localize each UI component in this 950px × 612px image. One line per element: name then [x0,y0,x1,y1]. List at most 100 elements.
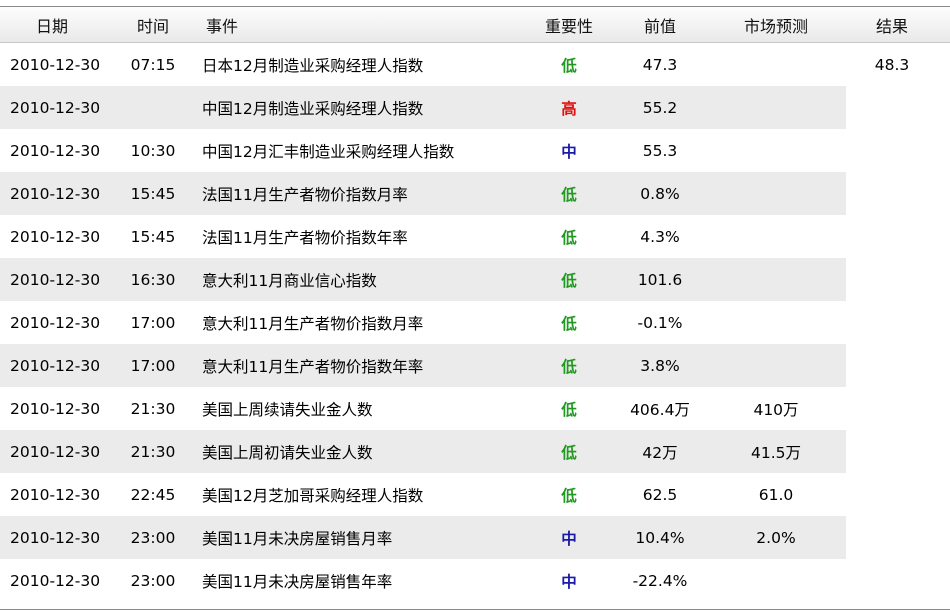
cell-previous: 42万 [642,443,678,462]
cell-previous: 62.5 [642,485,678,504]
cell-date: 2010-12-30 [10,141,101,160]
cell-event: 美国11月未决房屋销售年率 [202,572,393,591]
cell-previous: 10.4% [635,528,685,547]
cell-event: 中国12月制造业采购经理人指数 [202,99,424,118]
cell-importance: 中 [561,529,577,548]
table-row: 2010-12-30 17:00 意大利11月生产者物价指数年率 低 3.8% [0,344,950,387]
cell-previous: 55.3 [642,141,678,160]
cell-importance: 低 [561,400,577,419]
cell-result: 48.3 [874,55,910,74]
cell-importance: 低 [561,185,577,204]
cell-time: 23:00 [130,528,176,547]
table-row: 2010-12-30 16:30 意大利11月商业信心指数 低 101.6 [0,258,950,301]
cell-previous: 0.8% [640,184,680,203]
cell-event: 意大利11月生产者物价指数年率 [202,357,424,376]
cell-importance: 低 [561,357,577,376]
cell-date: 2010-12-30 [10,55,101,74]
cell-previous: 47.3 [642,55,678,74]
cell-importance: 低 [561,314,577,333]
cell-forecast [722,215,830,258]
cell-forecast [722,559,830,602]
cell-previous: 406.4万 [630,400,690,419]
cell-time [122,86,184,129]
cell-event: 日本12月制造业采购经理人指数 [202,56,424,75]
cell-result [842,129,942,172]
cell-previous: -0.1% [637,313,683,332]
cell-result [842,172,942,215]
cell-result [842,344,942,387]
cell-forecast [722,344,830,387]
cell-forecast: 410万 [753,400,799,419]
cell-result [842,387,942,430]
cell-date: 2010-12-30 [10,227,101,246]
cell-time: 15:45 [130,227,176,246]
cell-date: 2010-12-30 [10,399,101,418]
table-row: 2010-12-30 中国12月制造业采购经理人指数 高 55.2 [0,86,950,129]
table-row: 2010-12-30 21:30 美国上周续请失业金人数 低 406.4万 410万 [0,387,950,430]
cell-event: 意大利11月商业信心指数 [202,271,377,290]
economic-calendar-table: 日期 时间 事件 重要性 前值 市场预测 结果 2010-12-30 07:15 日… [0,6,950,610]
cell-importance: 低 [561,271,577,290]
cell-date: 2010-12-30 [10,571,101,590]
cell-result [842,86,942,129]
cell-time: 15:45 [130,184,176,203]
cell-time: 10:30 [130,141,176,160]
cell-date: 2010-12-30 [10,485,101,504]
cell-previous: 4.3% [640,227,680,246]
cell-time: 16:30 [130,270,176,289]
cell-time: 17:00 [130,313,176,332]
cell-previous: 101.6 [637,270,683,289]
table-row: 2010-12-30 15:45 法国11月生产者物价指数年率 低 4.3% [0,215,950,258]
table-row: 2010-12-30 17:00 意大利11月生产者物价指数月率 低 -0.1% [0,301,950,344]
cell-result [842,258,942,301]
cell-time: 21:30 [130,399,176,418]
table-row: 2010-12-30 10:30 中国12月汇丰制造业采购经理人指数 中 55.3 [0,129,950,172]
cell-importance: 低 [561,443,577,462]
cell-result [842,559,942,602]
table-row: 2010-12-30 22:45 美国12月芝加哥采购经理人指数 低 62.5 61.0 [0,473,950,516]
table-row: 2010-12-30 07:15 日本12月制造业采购经理人指数 低 47.3 48.3 [0,43,950,86]
cell-time: 07:15 [130,55,176,74]
cell-event: 美国上周续请失业金人数 [202,400,373,419]
header-time: 时间 [136,16,169,36]
cell-time: 23:00 [130,571,176,590]
cell-date: 2010-12-30 [10,313,101,332]
header-importance: 重要性 [544,16,593,36]
header-forecast: 市场预测 [743,16,808,36]
cell-result [842,301,942,344]
cell-forecast [722,43,830,86]
cell-date: 2010-12-30 [10,528,101,547]
cell-forecast [722,258,830,301]
cell-time: 22:45 [130,485,176,504]
cell-event: 法国11月生产者物价指数月率 [202,185,408,204]
cell-date: 2010-12-30 [10,442,101,461]
cell-importance: 中 [561,572,577,591]
header-previous: 前值 [643,16,676,36]
cell-time: 21:30 [130,442,176,461]
cell-importance: 低 [561,56,577,75]
table-row: 2010-12-30 23:00 美国11月未决房屋销售月率 中 10.4% 2.0% [0,516,950,559]
cell-event: 意大利11月生产者物价指数月率 [202,314,424,333]
cell-forecast [722,301,830,344]
cell-result [842,215,942,258]
cell-forecast [722,172,830,215]
cell-result [842,473,942,516]
cell-previous: -22.4% [632,571,688,590]
cell-forecast [722,86,830,129]
header-event: 事件 [206,16,239,36]
header-result: 结果 [875,16,908,36]
table-row: 2010-12-30 23:00 美国11月未决房屋销售年率 中 -22.4% [0,559,950,602]
cell-event: 美国12月芝加哥采购经理人指数 [202,486,424,505]
cell-event: 法国11月生产者物价指数年率 [202,228,408,247]
cell-event: 美国上周初请失业金人数 [202,443,373,462]
cell-forecast: 61.0 [758,485,794,504]
cell-date: 2010-12-30 [10,356,101,375]
table-body: 2010-12-30 07:15 日本12月制造业采购经理人指数低 47.3 48.3 2… [0,43,950,602]
cell-event: 美国11月未决房屋销售月率 [202,529,393,548]
cell-result [842,516,942,559]
cell-date: 2010-12-30 [10,270,101,289]
cell-importance: 低 [561,486,577,505]
cell-result [842,430,942,473]
cell-date: 2010-12-30 [10,184,101,203]
cell-previous: 55.2 [642,98,678,117]
